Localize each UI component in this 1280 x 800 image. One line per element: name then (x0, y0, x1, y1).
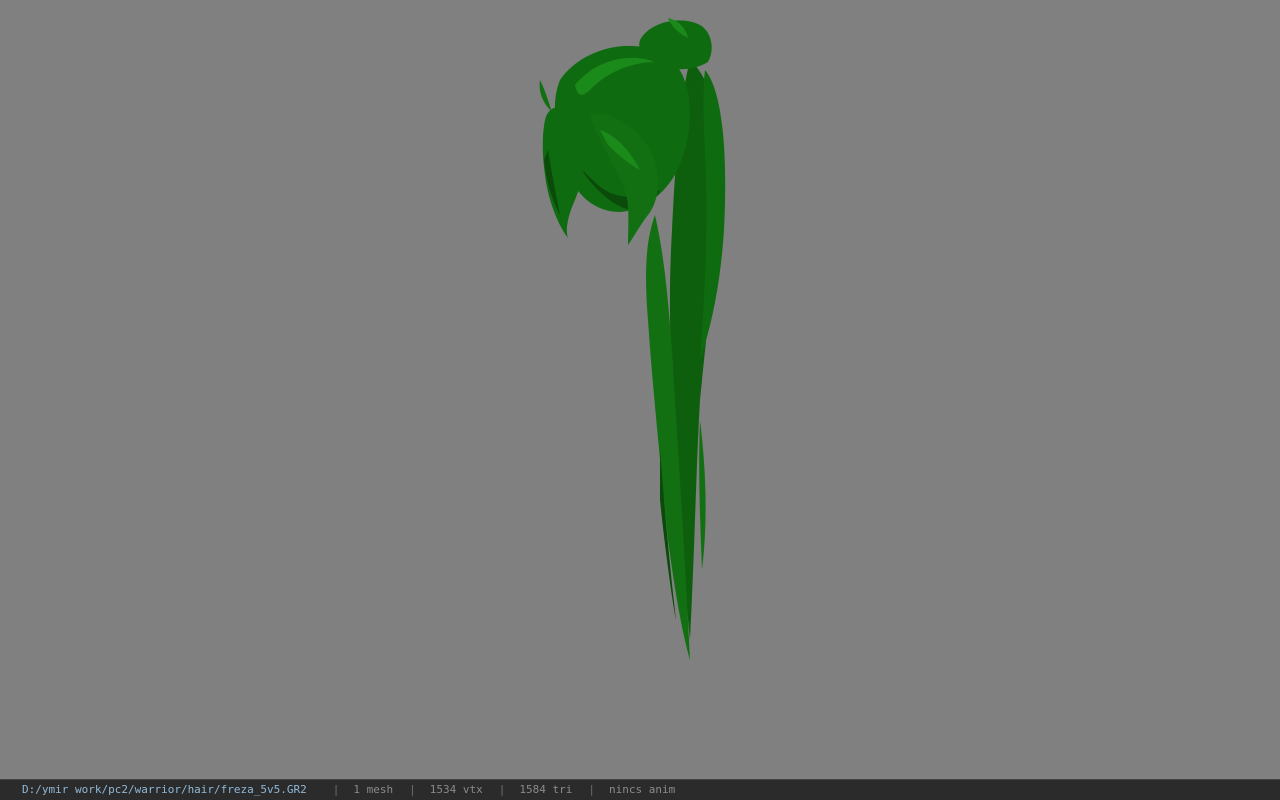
status-separator: | (498, 783, 506, 796)
mesh-count-label: 1 mesh (353, 783, 394, 796)
status-separator: | (588, 783, 595, 796)
bangs-left-wisp-2 (539, 80, 552, 112)
animation-info-label: nincs anim (609, 783, 676, 796)
vertex-count-label: 1534 vtx (429, 783, 483, 796)
ponytail-thin-strand-2 (699, 420, 706, 570)
status-separator: | (409, 783, 416, 796)
3d-viewport[interactable] (0, 0, 1280, 779)
file-path-label: D:/ymir work/pc2/warrior/hair/freza_5v5.… (22, 783, 307, 796)
hair-model-render (539, 18, 726, 660)
status-separator: | (332, 783, 340, 796)
status-bar: D:/ymir work/pc2/warrior/hair/freza_5v5.… (0, 779, 1280, 800)
triangle-count-label: 1584 tri (519, 783, 573, 796)
